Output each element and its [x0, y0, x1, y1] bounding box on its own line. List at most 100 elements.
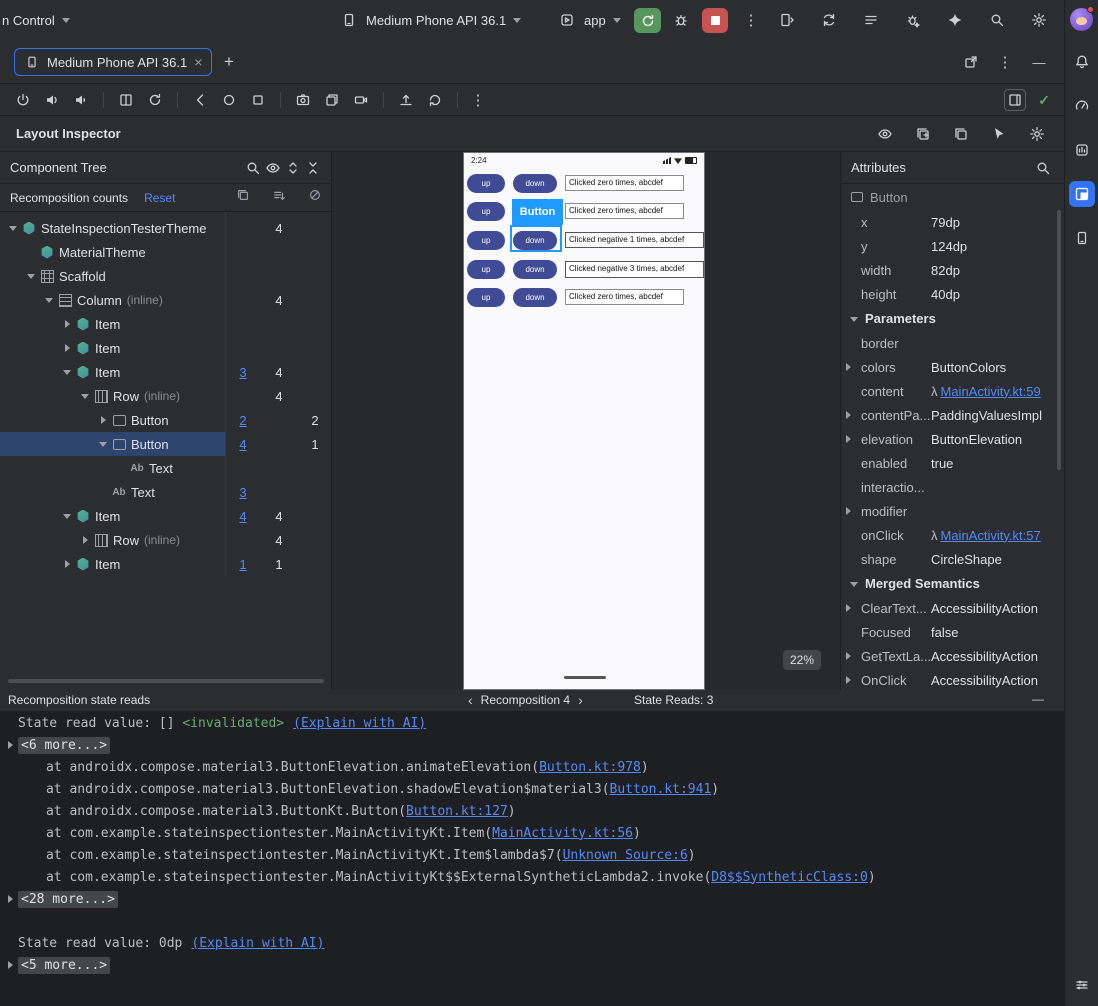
source-link[interactable]: MainActivity.kt:57 [941, 528, 1041, 543]
attr-row-elevation[interactable]: elevation ButtonElevation [841, 427, 1064, 451]
chevron-down-icon[interactable] [8, 223, 18, 233]
recomposition-count-link[interactable]: 2 [239, 413, 246, 428]
down-button[interactable]: down [513, 260, 557, 279]
merged-semantics-section-header[interactable]: Merged Semantics [841, 571, 1064, 596]
tree-row-item[interactable]: Item 4 4 [0, 504, 331, 528]
live-updates-eye-icon[interactable] [874, 123, 896, 145]
new-tab-button[interactable]: + [224, 52, 234, 72]
more-frames-chip[interactable]: <5 more...> [18, 956, 111, 974]
skip-count-column-icon[interactable] [297, 188, 331, 202]
vcs-widget[interactable]: n Control [2, 0, 71, 40]
more-frames-chip[interactable]: <6 more...> [18, 736, 111, 754]
debug-button[interactable] [670, 0, 692, 40]
profiler-icon[interactable] [1069, 93, 1095, 119]
visibility-eye-icon[interactable] [263, 158, 283, 178]
parameters-section-header[interactable]: Parameters [841, 306, 1064, 331]
attr-row-cleartext[interactable]: ClearText... AccessibilityAction [841, 596, 1064, 620]
click-count-field[interactable]: Clicked zero times, abcdef [565, 174, 684, 192]
volume-up-icon[interactable] [41, 89, 63, 111]
attr-row-gettextlayout[interactable]: GetTextLa... AccessibilityAction [841, 644, 1064, 668]
adjustments-sliders-icon[interactable] [1069, 972, 1095, 998]
kebab-menu-icon[interactable]: ⋮ [469, 91, 487, 109]
attr-row-modifier[interactable]: modifier [841, 499, 1064, 523]
chevron-down-icon[interactable] [44, 295, 54, 305]
upload-share-icon[interactable] [395, 89, 417, 111]
up-button[interactable]: up [467, 173, 505, 193]
device-streaming-icon[interactable] [776, 9, 798, 31]
tree-row-text[interactable]: Ab Text [0, 456, 331, 480]
chevron-down-icon[interactable] [62, 367, 72, 377]
tree-row-column[interactable]: Column (inline) 4 [0, 288, 331, 312]
expand-icon[interactable] [8, 895, 13, 903]
back-icon[interactable] [189, 89, 211, 111]
expander-icon[interactable] [846, 676, 851, 684]
stop-button[interactable] [702, 8, 728, 33]
home-icon[interactable] [218, 89, 240, 111]
recomposition-count-column-icon[interactable] [225, 188, 261, 202]
snapshot-copy-icon[interactable] [912, 123, 934, 145]
record-video-icon[interactable] [350, 89, 372, 111]
ai-debug-icon[interactable] [902, 9, 924, 31]
more-frames-chip[interactable]: <28 more...> [18, 890, 118, 908]
prev-recomposition-icon[interactable]: ‹ [468, 693, 473, 707]
down-button[interactable]: down [513, 287, 557, 307]
expander-icon[interactable] [846, 363, 851, 371]
minimize-icon[interactable]: — [1028, 51, 1050, 73]
screenshot-icon[interactable] [292, 89, 314, 111]
child-count-column-icon[interactable] [261, 188, 297, 202]
attr-row-content[interactable]: content λ MainActivity.kt:59 [841, 379, 1064, 403]
up-button[interactable]: up [467, 201, 505, 221]
source-link[interactable]: Button.kt:978 [539, 760, 641, 775]
search-everywhere-icon[interactable] [986, 9, 1008, 31]
source-link[interactable]: Button.kt:127 [406, 804, 508, 819]
expander-icon[interactable] [846, 411, 851, 419]
tree-row-item[interactable]: Item 1 1 [0, 552, 331, 576]
source-link[interactable]: MainActivity.kt:56 [492, 826, 633, 841]
click-count-field[interactable]: Clicked zero times, abcdef [565, 202, 684, 220]
export-snapshot-icon[interactable] [950, 123, 972, 145]
chevron-down-icon[interactable] [98, 439, 108, 449]
up-button[interactable]: up [467, 287, 505, 307]
tree-row-item[interactable]: Item [0, 312, 331, 336]
app-insights-icon[interactable] [1069, 137, 1095, 163]
attr-row-shape[interactable]: shape CircleShape [841, 547, 1064, 571]
tree-row-text[interactable]: Ab Text 3 [0, 480, 331, 504]
close-icon[interactable]: × [194, 55, 202, 69]
chevron-right-icon[interactable] [98, 415, 108, 425]
chevron-down-icon[interactable] [80, 391, 90, 401]
overview-icon[interactable] [247, 89, 269, 111]
snapshots-restore-icon[interactable] [424, 89, 446, 111]
attr-row-onclick[interactable]: onClick λ MainActivity.kt:57 [841, 523, 1064, 547]
notifications-bell-icon[interactable] [1069, 49, 1095, 75]
tree-row-row[interactable]: Row (inline) 4 [0, 528, 331, 552]
chevron-down-icon[interactable] [26, 271, 36, 281]
recomposition-count-link[interactable]: 3 [239, 485, 246, 500]
explain-with-ai-link[interactable]: (Explain with AI) [191, 936, 324, 951]
source-link[interactable]: Unknown Source:6 [563, 848, 688, 863]
horizontal-scrollbar[interactable] [8, 679, 324, 683]
expander-icon[interactable] [846, 507, 851, 515]
tab-medium-phone[interactable]: Medium Phone API 36.1 × [14, 48, 213, 76]
tree-row-theme[interactable]: StateInspectionTesterTheme 4 [0, 216, 331, 240]
attr-row-width[interactable]: width 82dp [841, 258, 1064, 282]
attr-row-y[interactable]: y 124dp [841, 234, 1064, 258]
run-config-selector[interactable]: app [556, 0, 622, 40]
attr-row-x[interactable]: x 79dp [841, 210, 1064, 234]
pick-element-icon[interactable] [988, 123, 1010, 145]
settings-gear-icon[interactable] [1028, 9, 1050, 31]
attr-row-interaction[interactable]: interactio... [841, 475, 1064, 499]
device-screen[interactable]: 2:24 up down Clicked zero times, abcdef … [463, 152, 705, 690]
sync-project-icon[interactable] [818, 9, 840, 31]
chevron-right-icon[interactable] [80, 535, 90, 545]
source-link[interactable]: MainActivity.kt:59 [941, 384, 1041, 399]
fold-device-icon[interactable] [115, 89, 137, 111]
up-button[interactable]: up [467, 260, 505, 279]
source-link[interactable]: Button.kt:941 [610, 782, 712, 797]
tree-row-item[interactable]: Item 3 4 [0, 360, 331, 384]
layout-inspector-tool-icon[interactable] [1068, 181, 1095, 207]
minimize-icon[interactable]: — [1032, 692, 1044, 706]
run-button[interactable] [634, 8, 661, 33]
next-recomposition-icon[interactable]: › [578, 693, 583, 707]
recomposition-count-link[interactable]: 1 [239, 557, 246, 572]
kebab-menu-icon[interactable]: ⋮ [996, 53, 1014, 71]
